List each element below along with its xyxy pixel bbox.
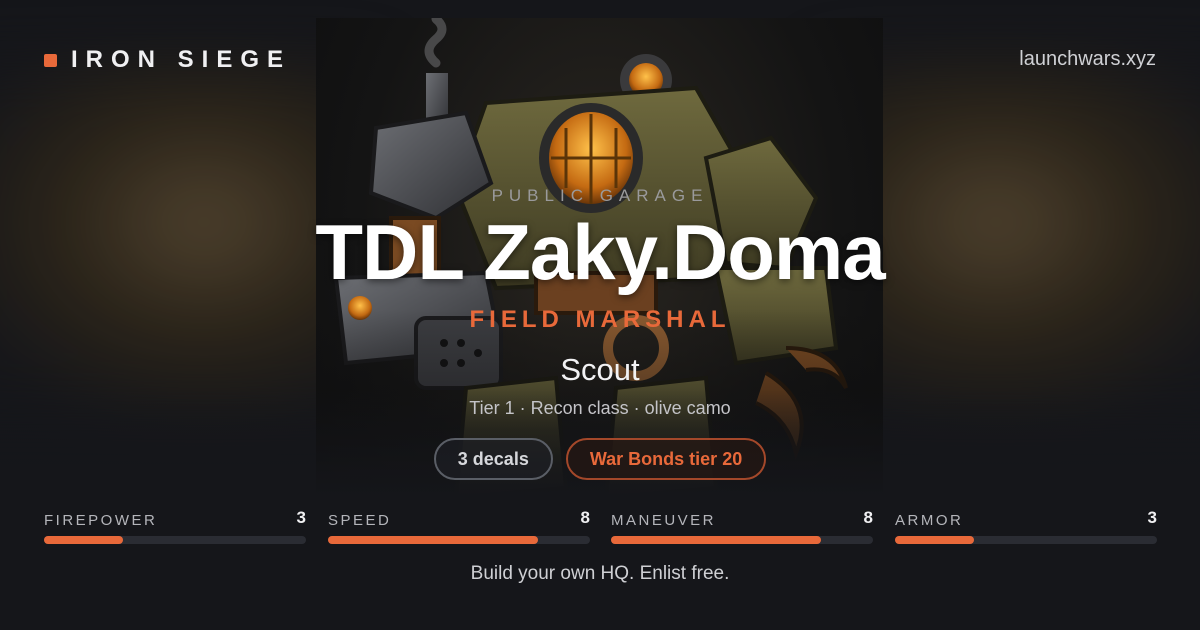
stat-fill	[611, 536, 821, 544]
stat-track	[328, 536, 590, 544]
brand-name: IRON SIEGE	[71, 46, 292, 73]
bottom-fade	[0, 390, 1200, 630]
stat-value: 8	[863, 508, 873, 527]
mech-meta: Tier 1 · Recon class · olive camo	[469, 398, 731, 418]
brand-logo: IRON SIEGE	[44, 46, 291, 74]
garage-kicker: PUBLIC GARAGE	[491, 186, 709, 205]
stat-value: 3	[1147, 508, 1157, 527]
player-name: TDL Zaky.Doma	[315, 208, 885, 296]
stat-track	[611, 536, 873, 544]
stat-track	[895, 536, 1157, 544]
site-link[interactable]: launchwars.xyz	[1019, 48, 1156, 71]
badge-row: 3 decals War Bonds tier 20	[0, 438, 1200, 480]
stat-value: 3	[296, 508, 306, 527]
stat-label: MANEUVER	[611, 512, 717, 529]
stat-fill	[44, 536, 123, 544]
player-rank: FIELD MARSHAL	[469, 306, 731, 333]
stat-fill	[328, 536, 538, 544]
war-bonds-badge[interactable]: War Bonds tier 20	[565, 438, 767, 480]
stat-fill	[895, 536, 974, 544]
stat-value: 8	[580, 508, 590, 527]
brand-square-icon	[44, 53, 57, 67]
enlist-cta[interactable]: Build your own HQ. Enlist free.	[0, 563, 1200, 585]
decals-badge[interactable]: 3 decals	[433, 438, 553, 480]
mech-name: Scout	[560, 352, 640, 387]
stat-track	[44, 536, 306, 544]
stat-label: ARMOR	[895, 512, 964, 529]
stat-label: FIREPOWER	[44, 512, 158, 529]
stat-label: SPEED	[328, 512, 392, 529]
